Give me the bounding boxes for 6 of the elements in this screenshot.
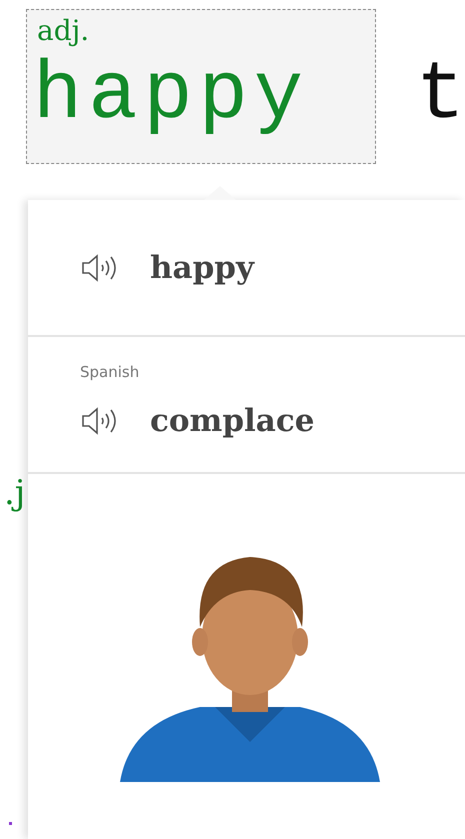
word-box[interactable]: adj. happy xyxy=(26,9,376,164)
dictionary-word: complace xyxy=(150,402,314,438)
language-label: Spanish xyxy=(80,362,140,380)
word-text: t xyxy=(416,48,465,144)
word-text: .j xyxy=(4,472,26,515)
dictionary-word: happy xyxy=(150,250,254,286)
